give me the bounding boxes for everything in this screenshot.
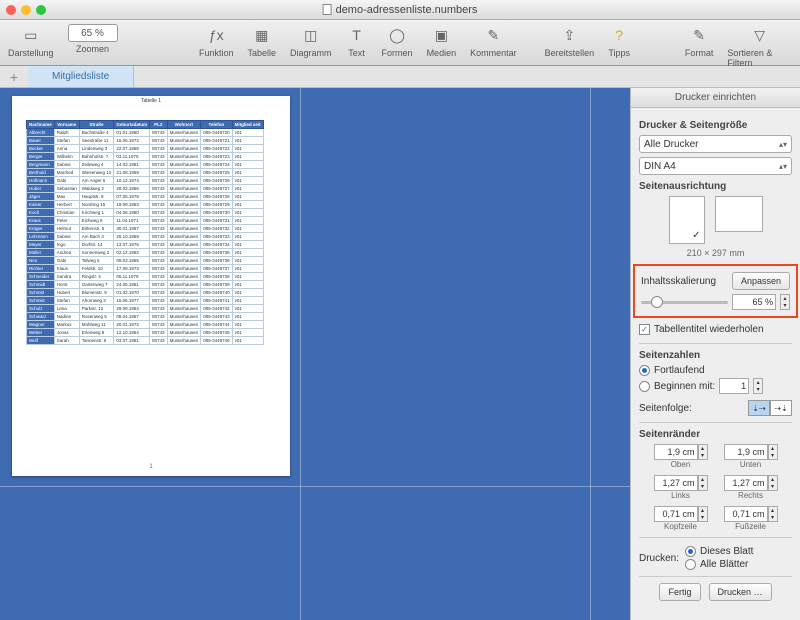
minimize-icon[interactable]: [21, 5, 31, 15]
titlebar: demo-adressenliste.numbers: [0, 0, 800, 20]
page-dimensions: 210 × 297 mm: [639, 248, 792, 258]
repeat-headers-checkbox[interactable]: ✓Tabellentitel wiederholen: [639, 324, 792, 335]
share-button[interactable]: ⇪Bereitstellen: [545, 24, 595, 58]
margin-right-stepper[interactable]: ▴▾: [768, 475, 778, 491]
page-numbers-label: Seitenzahlen: [639, 350, 792, 361]
member-table: NachnameVornameStraßeGeburtsdatumPLZWohn…: [26, 120, 264, 345]
scaling-label: Inhaltsskalierung: [641, 276, 716, 287]
paper-select[interactable]: DIN A4▴▾: [639, 157, 792, 175]
radio-all-sheets[interactable]: Alle Blätter: [685, 559, 753, 570]
radio-start-with[interactable]: Beginnen mit: 1 ▴▾: [639, 378, 792, 394]
margin-left-stepper[interactable]: ▴▾: [698, 475, 708, 491]
scale-slider[interactable]: [641, 295, 728, 309]
print-canvas[interactable]: Tabelle 1 NachnameVornameStraßeGeburtsda…: [0, 88, 630, 620]
traffic-lights: [6, 5, 46, 15]
comment-button[interactable]: ✎Kommentar: [470, 24, 517, 58]
table-title: Tabelle 1: [12, 96, 290, 106]
radio-continuous[interactable]: Fortlaufend: [639, 365, 792, 376]
fit-button[interactable]: Anpassen: [732, 272, 790, 290]
margin-right[interactable]: 1,27 cm: [724, 475, 768, 491]
orientation-portrait[interactable]: ✓: [669, 196, 705, 244]
print-button[interactable]: Drucken …: [709, 583, 772, 601]
margin-header-stepper[interactable]: ▴▾: [698, 506, 708, 522]
shapes-button[interactable]: ◯Formen: [382, 24, 413, 58]
start-page-value[interactable]: 1: [719, 378, 749, 394]
margin-left[interactable]: 1,27 cm: [654, 475, 698, 491]
margin-footer[interactable]: 0,71 cm: [724, 506, 768, 522]
sheet-tabbar: + Mitgliedsliste: [0, 66, 800, 88]
page-preview-1: Tabelle 1 NachnameVornameStraßeGeburtsda…: [12, 96, 290, 476]
print-sidebar: Drucker einrichten Drucker & Seitengröße…: [630, 88, 800, 620]
margin-top-stepper[interactable]: ▴▾: [698, 444, 708, 460]
scale-value[interactable]: 65 %: [732, 294, 776, 310]
page-order-segment[interactable]: ⇣⇢⇢⇣: [748, 400, 792, 416]
sort-filter-button[interactable]: ▽Sortieren & Filtern: [727, 24, 792, 68]
function-button[interactable]: ƒxFunktion: [199, 24, 234, 58]
orientation-label: Seitenausrichtung: [639, 181, 792, 192]
zoom-select[interactable]: 65 % Zoomen: [68, 24, 118, 54]
page-number: 1: [149, 464, 152, 470]
zoom-icon[interactable]: [36, 5, 46, 15]
done-button[interactable]: Fertig: [659, 583, 700, 601]
table-button[interactable]: ▦Tabelle: [248, 24, 277, 58]
view-button[interactable]: ▭Darstellung: [8, 24, 54, 58]
text-button[interactable]: TText: [346, 24, 368, 58]
document-icon: [323, 4, 332, 15]
printer-size-label: Drucker & Seitengröße: [639, 120, 792, 131]
toolbar: ▭Darstellung 65 % Zoomen ƒxFunktion ▦Tab…: [0, 20, 800, 66]
scale-stepper[interactable]: ▴▾: [780, 294, 790, 310]
format-button[interactable]: ✎Format: [685, 24, 714, 58]
margin-top[interactable]: 1,9 cm: [654, 444, 698, 460]
page-order-label: Seitenfolge:: [639, 403, 692, 414]
margin-bottom-stepper[interactable]: ▴▾: [768, 444, 778, 460]
radio-this-sheet[interactable]: Dieses Blatt: [685, 546, 753, 557]
scaling-highlight: Inhaltsskalierung Anpassen 65 % ▴▾: [633, 264, 798, 318]
sheet-tab-mitgliedsliste[interactable]: Mitgliedsliste: [28, 66, 134, 87]
media-button[interactable]: ▣Medien: [427, 24, 457, 58]
start-page-stepper[interactable]: ▴▾: [753, 378, 763, 394]
print-scope-label: Drucken:: [639, 553, 679, 564]
margin-header[interactable]: 0,71 cm: [654, 506, 698, 522]
margin-footer-stepper[interactable]: ▴▾: [768, 506, 778, 522]
margins-label: Seitenränder: [639, 429, 792, 440]
margin-bottom[interactable]: 1,9 cm: [724, 444, 768, 460]
close-icon[interactable]: [6, 5, 16, 15]
window-title: demo-adressenliste.numbers: [323, 4, 478, 16]
printer-select[interactable]: Alle Drucker▴▾: [639, 135, 792, 153]
chart-button[interactable]: ◫Diagramm: [290, 24, 332, 58]
add-sheet-button[interactable]: +: [0, 66, 28, 87]
sidebar-title: Drucker einrichten: [631, 88, 800, 108]
orientation-landscape[interactable]: [715, 196, 763, 232]
tips-button[interactable]: ?Tipps: [608, 24, 630, 58]
